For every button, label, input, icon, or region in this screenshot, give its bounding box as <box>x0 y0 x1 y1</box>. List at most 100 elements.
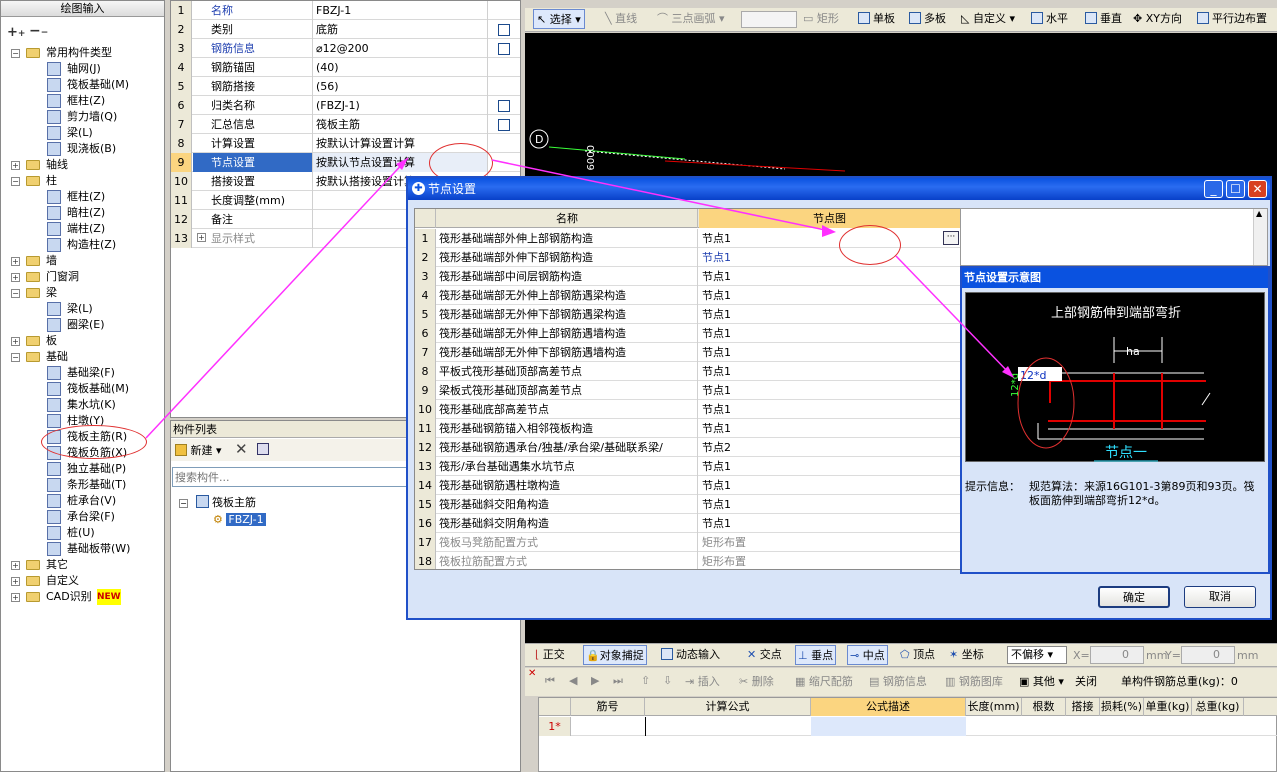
arc-button[interactable]: ⌒ 三点画弧 ▾ <box>657 9 725 29</box>
node-setting-value[interactable]: 节点1 <box>699 457 961 476</box>
tree-node[interactable]: + 轴线 <box>1 157 164 173</box>
property-row[interactable]: 2 类别 底筋 <box>171 20 520 39</box>
expand-icon[interactable]: + <box>197 233 206 242</box>
rebar-col-header[interactable]: 根数 <box>1022 698 1066 716</box>
next-record-icon[interactable]: ▶ <box>591 674 599 687</box>
node-setting-value[interactable]: 节点1 <box>699 476 961 495</box>
rebar-row-1[interactable]: 1* <box>539 717 1277 736</box>
node-setting-value[interactable]: 节点1 <box>699 400 961 419</box>
select-button[interactable]: ↖ 选择 ▾ <box>533 9 585 29</box>
node-setting-value[interactable]: 节点1 <box>699 267 961 286</box>
collapse-icon[interactable]: − <box>179 499 188 508</box>
property-value[interactable]: 筏板主筋 <box>313 115 488 134</box>
tree-node[interactable]: 筏板基础(M) <box>1 77 164 93</box>
tree-node[interactable]: + 其它 <box>1 557 164 573</box>
single-slab-button[interactable]: 单板 <box>858 9 895 29</box>
xy-direction-button[interactable]: ✥ XY方向 <box>1133 9 1182 29</box>
expand-icon[interactable]: + <box>11 593 20 602</box>
node-setting-row[interactable]: 17 筏板马凳筋配置方式 矩形布置 <box>415 533 962 552</box>
node-setting-row[interactable]: 7 筏形基础端部无外伸下部钢筋遇墙构造 节点1 <box>415 343 962 362</box>
collapse-icon[interactable]: − <box>11 289 20 298</box>
tree-node[interactable]: 独立基础(P) <box>1 461 164 477</box>
dialog-title-bar[interactable]: ✚ 节点设置 _ ☐ ✕ <box>408 178 1270 200</box>
tree-node[interactable]: + 板 <box>1 333 164 349</box>
node-setting-row[interactable]: 16 筏形基础斜交阴角构造 节点1 <box>415 514 962 533</box>
tree-node[interactable]: 承台梁(F) <box>1 509 164 525</box>
tree-node[interactable]: 框柱(Z) <box>1 93 164 109</box>
property-row[interactable]: 4 钢筋锚固 (40) <box>171 58 520 77</box>
property-checkbox[interactable] <box>498 43 510 55</box>
tree-node[interactable]: + CAD识别 NEW <box>1 589 164 605</box>
tree-node[interactable]: + 自定义 <box>1 573 164 589</box>
node-setting-value[interactable]: 矩形布置 <box>699 552 961 569</box>
rebar-col-header[interactable]: 损耗(%) <box>1100 698 1144 716</box>
collapse-all-icon[interactable]: −− <box>29 23 48 39</box>
delete-row-button[interactable]: ✂ 删除 <box>739 672 774 692</box>
tree-node[interactable]: 端柱(Z) <box>1 221 164 237</box>
scale-rebar-button[interactable]: ▦ 缩尺配筋 <box>795 672 853 692</box>
rebar-info-button[interactable]: ▤ 钢筋信息 <box>869 672 927 692</box>
node-setting-row[interactable]: 14 筏形基础钢筋遇柱墩构造 节点1 <box>415 476 962 495</box>
delete-icon[interactable]: ✕ <box>235 440 248 458</box>
node-setting-value[interactable]: 节点1 <box>699 419 961 438</box>
style-dropdown[interactable] <box>741 11 797 28</box>
rect-button[interactable]: ▭ 矩形 <box>803 9 839 29</box>
rebar-col-header[interactable]: 筋号 <box>571 698 645 716</box>
vertical-button[interactable]: 垂直 <box>1085 9 1122 29</box>
component-item-fbzj1[interactable]: ⚙ FBZJ-1 <box>213 512 266 527</box>
node-setting-value[interactable]: 节点1 <box>699 248 961 267</box>
copy-icon[interactable] <box>257 443 269 455</box>
close-dialog-button[interactable]: ✕ <box>1248 180 1267 198</box>
ortho-button[interactable]: ⌊ 正交 <box>535 645 565 665</box>
maximize-button[interactable]: ☐ <box>1226 180 1245 198</box>
expand-icon[interactable]: + <box>11 161 20 170</box>
node-setting-row[interactable]: 12 筏形基础钢筋遇承台/独基/承台梁/基础联系梁/节点2 <box>415 438 962 457</box>
tree-node[interactable]: 桩承台(V) <box>1 493 164 509</box>
expand-icon[interactable]: + <box>11 561 20 570</box>
tree-node[interactable]: − 柱 <box>1 173 164 189</box>
node-setting-row[interactable]: 11 筏形基础钢筋锚入相邻筏板构造 节点1 <box>415 419 962 438</box>
move-down-icon[interactable]: ⇩ <box>663 674 672 687</box>
node-setting-value[interactable]: 节点1 <box>699 343 961 362</box>
horizontal-button[interactable]: 水平 <box>1031 9 1068 29</box>
tree-node[interactable]: 剪力墙(Q) <box>1 109 164 125</box>
tree-node[interactable]: − 常用构件类型 <box>1 45 164 61</box>
move-up-icon[interactable]: ⇧ <box>641 674 650 687</box>
tree-node[interactable]: − 梁 <box>1 285 164 301</box>
node-setting-row[interactable]: 9 梁板式筏形基础顶部高差节点 节点1 <box>415 381 962 400</box>
property-row[interactable]: 6 归类名称 (FBZJ-1) <box>171 96 520 115</box>
rebar-col-header[interactable]: 公式描述 <box>811 698 966 716</box>
property-checkbox[interactable] <box>498 100 510 112</box>
property-row[interactable]: 3 钢筋信息 ⌀12@200 <box>171 39 520 58</box>
property-value[interactable]: FBZJ-1 <box>313 1 488 20</box>
tree-node[interactable]: 梁(L) <box>1 125 164 141</box>
property-value[interactable]: ⌀12@200 <box>313 39 488 58</box>
node-setting-row[interactable]: 10 筏形基础底部高差节点 节点1 <box>415 400 962 419</box>
formula-desc-cell[interactable] <box>811 717 966 736</box>
tree-node[interactable]: 梁(L) <box>1 301 164 317</box>
rebar-col-header[interactable]: 单重(kg) <box>1144 698 1192 716</box>
node-setting-row[interactable]: 6 筏形基础端部无外伸上部钢筋遇墙构造 节点1 <box>415 324 962 343</box>
tree-node[interactable]: 筏板基础(M) <box>1 381 164 397</box>
intersection-button[interactable]: ✕ 交点 <box>747 645 782 665</box>
new-button[interactable]: 新建 ▾ <box>175 442 222 458</box>
node-setting-value[interactable]: 节点1 <box>699 286 961 305</box>
first-record-icon[interactable]: ⏮ <box>545 674 555 688</box>
ok-button[interactable]: 确定 <box>1098 586 1170 608</box>
tree-node[interactable]: 暗柱(Z) <box>1 205 164 221</box>
node-setting-value[interactable]: 节点1 <box>699 362 961 381</box>
coordinate-button[interactable]: ✶ 坐标 <box>949 645 984 665</box>
formula-cell[interactable] <box>645 717 811 736</box>
parallel-edge-button[interactable]: 平行边布置 <box>1197 9 1267 29</box>
tree-node[interactable]: 框柱(Z) <box>1 189 164 205</box>
x-input[interactable]: 0 <box>1090 646 1144 664</box>
property-row[interactable]: 5 钢筋搭接 (56) <box>171 77 520 96</box>
property-value[interactable]: 底筋 <box>313 20 488 39</box>
tree-node[interactable]: 现浇板(B) <box>1 141 164 157</box>
node-setting-row[interactable]: 5 筏形基础端部无外伸下部钢筋遇梁构造 节点1 <box>415 305 962 324</box>
node-setting-row[interactable]: 3 筏形基础端部中间层钢筋构造 节点1 <box>415 267 962 286</box>
node-setting-value[interactable]: 节点1 <box>699 324 961 343</box>
tree-node[interactable]: 桩(U) <box>1 525 164 541</box>
node-setting-row[interactable]: 18 筏板拉筋配置方式 矩形布置 <box>415 552 962 569</box>
search-component-input[interactable] <box>172 467 412 487</box>
